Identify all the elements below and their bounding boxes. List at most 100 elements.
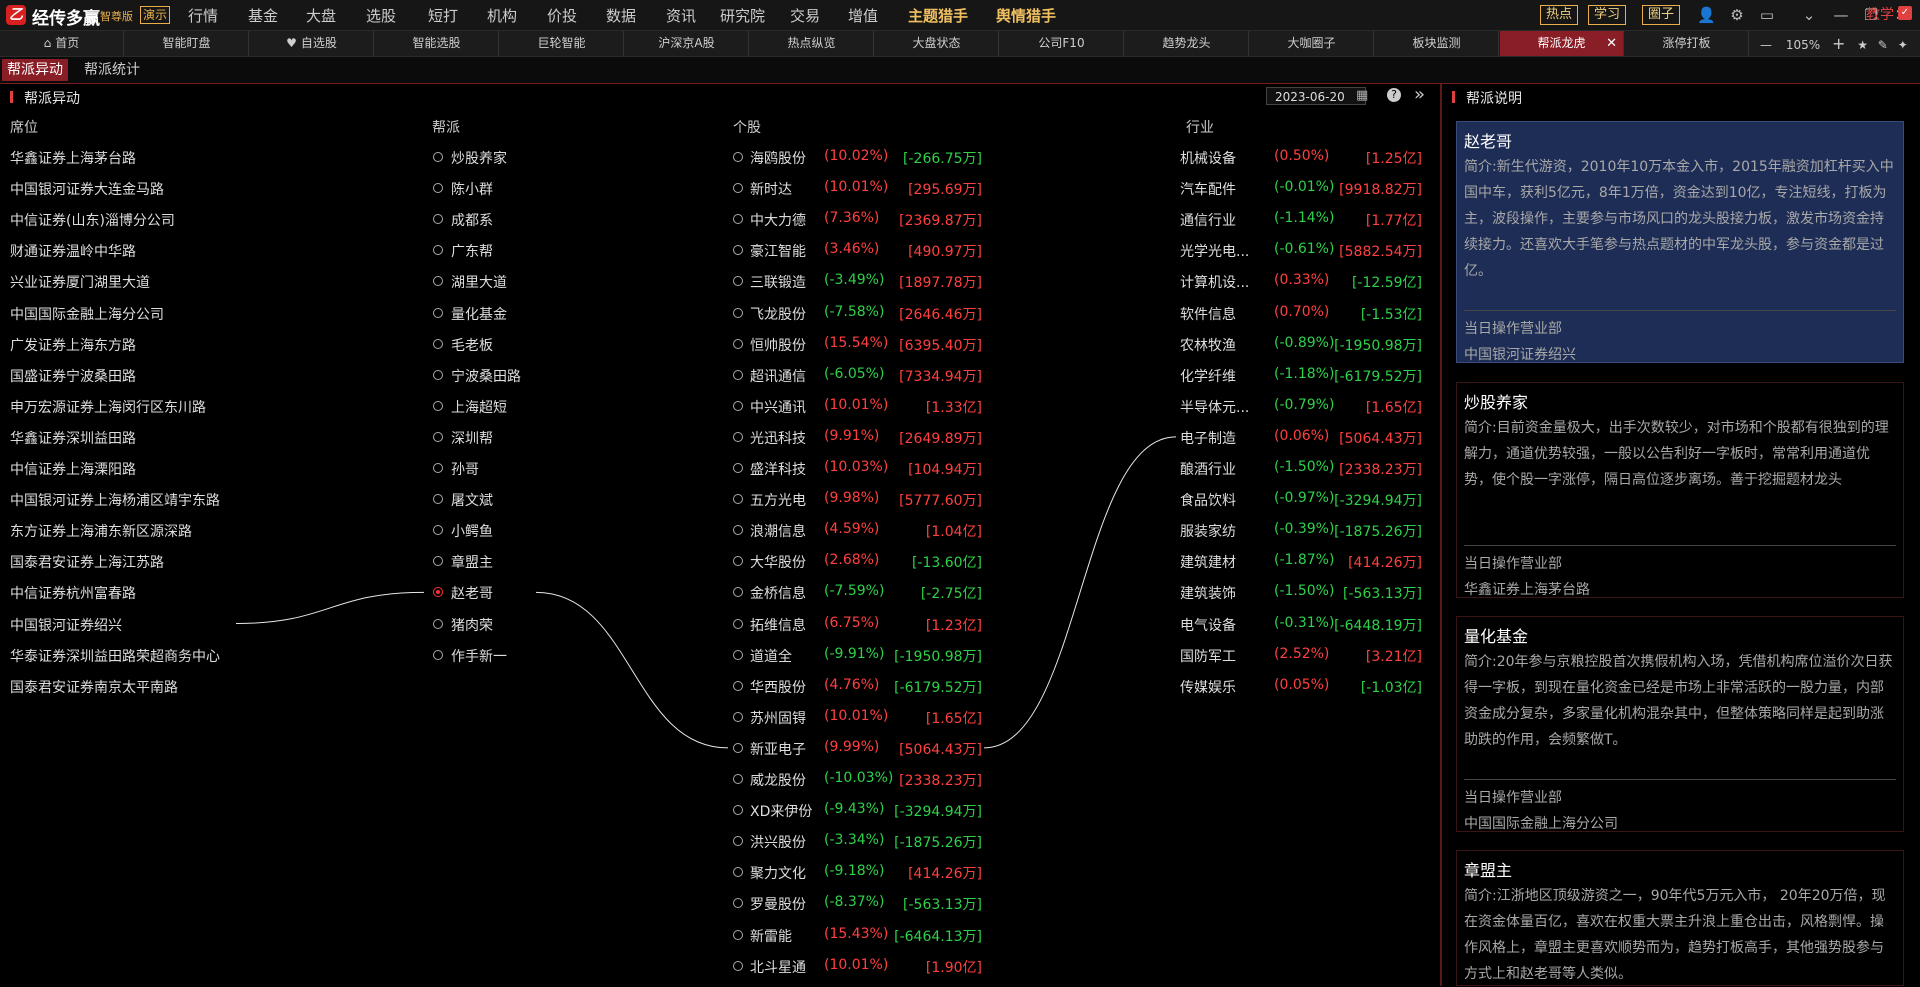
stock-name[interactable]: 盛洋科技: [750, 459, 806, 479]
menu-8[interactable]: 资讯: [666, 5, 696, 26]
seat-item[interactable]: 中国银河证券绍兴: [10, 615, 122, 635]
menu-9[interactable]: 研究院: [720, 5, 765, 26]
stock-name[interactable]: 金桥信息: [750, 583, 806, 603]
stock-name[interactable]: 新亚电子: [750, 739, 806, 759]
menu-2[interactable]: 大盘: [306, 5, 336, 26]
gang-card[interactable]: 炒股养家 简介:目前资金量极大，出手次数较少，对市场和个股都有很独到的理解力，通道…: [1456, 382, 1904, 598]
stock-radio[interactable]: [733, 307, 743, 318]
industry-name[interactable]: 通信行业: [1180, 210, 1236, 230]
tab-11[interactable]: 板块监测: [1375, 31, 1499, 56]
seat-item[interactable]: 华泰证券深圳益田路荣超商务中心: [10, 646, 220, 666]
gang-item[interactable]: 上海超短: [451, 397, 507, 417]
tab-7[interactable]: 大盘状态: [875, 31, 999, 56]
seat-item[interactable]: 华鑫证券上海茅台路: [10, 148, 136, 168]
demo-badge[interactable]: 演示: [140, 6, 171, 24]
seat-item[interactable]: 东方证券上海浦东新区源深路: [10, 521, 192, 541]
chevron-down-icon[interactable]: ⌄: [1800, 6, 1818, 24]
stock-radio[interactable]: [733, 960, 743, 971]
stock-name[interactable]: 中大力德: [750, 210, 806, 230]
gang-radio[interactable]: [433, 307, 443, 318]
tab-6[interactable]: 热点纵览: [750, 31, 874, 56]
stock-radio[interactable]: [733, 929, 743, 940]
industry-name[interactable]: 建筑装饰: [1180, 583, 1236, 603]
stock-name[interactable]: 聚力文化: [750, 863, 806, 883]
menu-12[interactable]: 主题猎手: [908, 5, 968, 26]
seat-item[interactable]: 中信证券(山东)淄博分公司: [10, 210, 175, 230]
gang-radio[interactable]: [433, 369, 443, 380]
stock-radio[interactable]: [733, 338, 743, 349]
industry-name[interactable]: 农林牧渔: [1180, 335, 1236, 355]
stock-radio[interactable]: [733, 742, 743, 753]
seat-item[interactable]: 财通证券温岭中华路: [10, 241, 136, 261]
gang-card[interactable]: 量化基金 简介:20年参与京粮控股首次携假机构入场，凭借机构席位溢价次日获得一字板…: [1456, 616, 1904, 832]
stock-name[interactable]: 五方光电: [750, 490, 806, 510]
seat-item[interactable]: 中信证券杭州富春路: [10, 583, 136, 603]
gang-item[interactable]: 毛老板: [451, 335, 493, 355]
stock-radio[interactable]: [733, 400, 743, 411]
menu-4[interactable]: 短打: [428, 5, 458, 26]
stock-radio[interactable]: [733, 680, 743, 691]
tab-3[interactable]: 智能选股: [375, 31, 499, 56]
gang-item[interactable]: 广东帮: [451, 241, 493, 261]
expand-icon[interactable]: »: [1414, 84, 1425, 105]
gang-item[interactable]: 作手新一: [451, 646, 507, 666]
stock-radio[interactable]: [733, 463, 743, 473]
gang-radio[interactable]: [433, 618, 443, 629]
close-tab-icon[interactable]: ✕: [1606, 31, 1617, 56]
stock-name[interactable]: 恒帅股份: [750, 335, 806, 355]
seat-item[interactable]: 国泰君安证券上海江苏路: [10, 552, 164, 572]
gang-item[interactable]: 湖里大道: [451, 272, 507, 292]
seat-item[interactable]: 中信证券上海溧阳路: [10, 459, 136, 479]
stock-name[interactable]: 华西股份: [750, 677, 806, 697]
stock-name[interactable]: 罗曼股份: [750, 894, 806, 914]
gang-item[interactable]: 赵老哥: [451, 583, 493, 603]
menu-5[interactable]: 机构: [487, 5, 517, 26]
industry-name[interactable]: 光学光电...: [1180, 241, 1249, 261]
stock-name[interactable]: 超讯通信: [750, 366, 806, 386]
checkbox-icon[interactable]: ✓: [1898, 6, 1912, 20]
tab-5[interactable]: 沪深京A股: [625, 31, 749, 56]
industry-name[interactable]: 电子制造: [1180, 428, 1236, 448]
industry-name[interactable]: 计算机设...: [1180, 272, 1249, 292]
gang-radio[interactable]: [433, 338, 443, 349]
tab-1[interactable]: 智能盯盘: [125, 31, 249, 56]
seat-item[interactable]: 兴业证券厦门湖里大道: [10, 272, 150, 292]
industry-name[interactable]: 建筑建材: [1180, 552, 1236, 572]
zoom-out-button[interactable]: —: [1760, 38, 1772, 52]
star-icon[interactable]: ★: [1857, 38, 1868, 52]
gang-item[interactable]: 宁波桑田路: [451, 366, 521, 386]
menu-1[interactable]: 基金: [248, 5, 278, 26]
tab-12[interactable]: 帮派龙虎 ✕: [1500, 31, 1624, 56]
edit-icon[interactable]: ✎: [1878, 38, 1888, 52]
stock-radio[interactable]: [733, 711, 743, 722]
menu-10[interactable]: 交易: [790, 5, 820, 26]
gang-card[interactable]: 章盟主 简介:江浙地区顶级游资之一，90年代5万元入市， 20年20万倍，现在资金…: [1456, 850, 1904, 986]
stock-name[interactable]: 苏州固锝: [750, 708, 806, 728]
industry-name[interactable]: 传媒娱乐: [1180, 677, 1236, 697]
window-layout-icon[interactable]: ▭: [1758, 6, 1776, 24]
gear-icon[interactable]: ⚙: [1728, 6, 1746, 24]
menu-6[interactable]: 价投: [547, 5, 577, 26]
seat-item[interactable]: 中国国际金融上海分公司: [10, 304, 164, 324]
tab-8[interactable]: 公司F10: [1000, 31, 1124, 56]
gang-radio[interactable]: [433, 649, 443, 660]
calendar-icon[interactable]: ▦: [1356, 88, 1368, 103]
stock-radio[interactable]: [733, 152, 743, 162]
stock-name[interactable]: 浪潮信息: [750, 521, 806, 541]
teach-link[interactable]: 教学: [1866, 4, 1894, 24]
gang-item[interactable]: 猪肉荣: [451, 615, 493, 635]
tab-4[interactable]: 巨轮智能: [500, 31, 624, 56]
stock-radio[interactable]: [733, 618, 743, 629]
tab-9[interactable]: 趋势龙头: [1125, 31, 1249, 56]
tab-13[interactable]: 涨停打板: [1625, 31, 1749, 56]
gang-item[interactable]: 成都系: [451, 210, 493, 230]
gang-card[interactable]: 赵老哥 简介:新生代游资，2010年10万本金入市，2015年融资加杠杆买入中国中…: [1456, 121, 1904, 363]
subtab-0[interactable]: 帮派异动: [2, 59, 68, 81]
seat-item[interactable]: 申万宏源证券上海闵行区东川路: [10, 397, 206, 417]
seat-item[interactable]: 广发证券上海东方路: [10, 335, 136, 355]
stock-radio[interactable]: [733, 369, 743, 380]
pin-icon[interactable]: ✦: [1898, 38, 1908, 52]
industry-name[interactable]: 食品饮料: [1180, 490, 1236, 510]
industry-name[interactable]: 酿酒行业: [1180, 459, 1236, 479]
stock-name[interactable]: 光迅科技: [750, 428, 806, 448]
